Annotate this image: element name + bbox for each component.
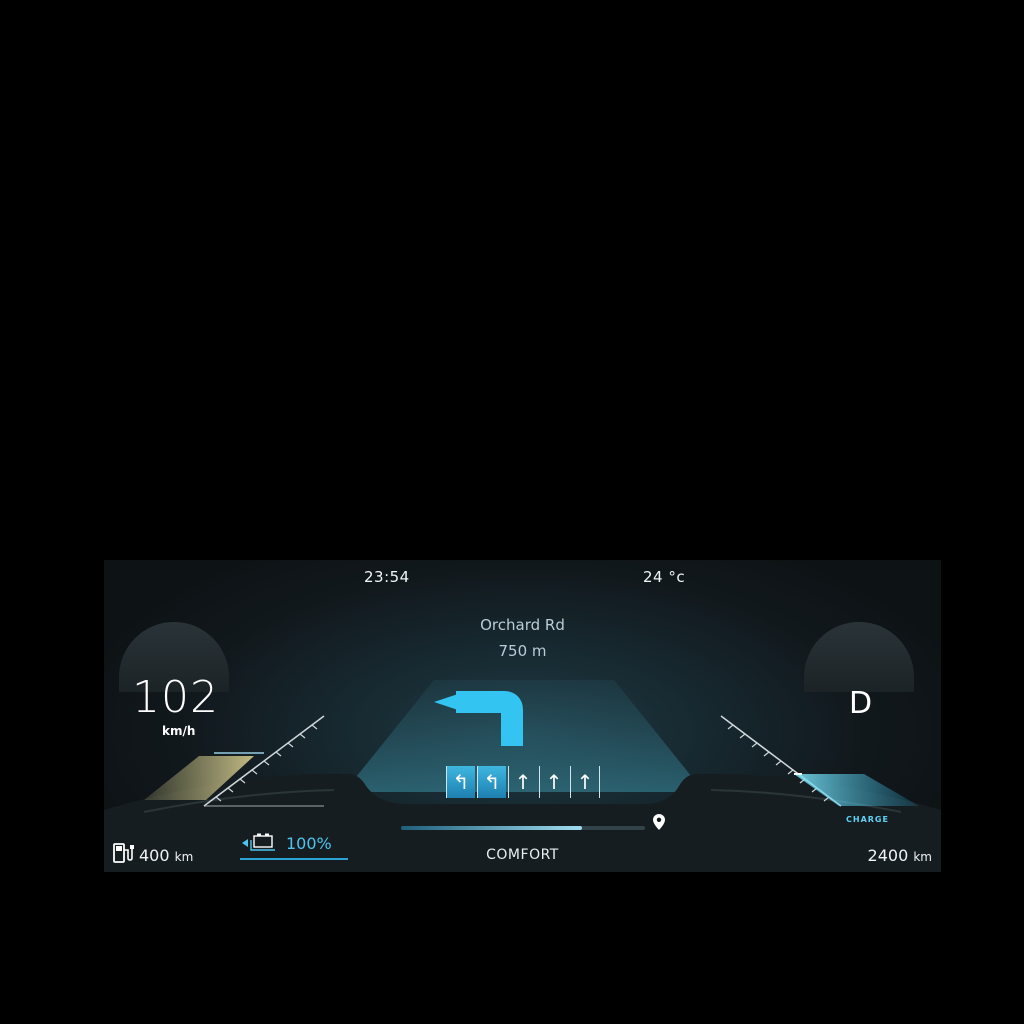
range-right-unit: km: [913, 850, 932, 864]
lane-straight-icon: ↑: [508, 766, 537, 798]
lane-straight-icon: ↑: [539, 766, 568, 798]
regen-charge-label: CHARGE: [846, 815, 889, 824]
lane-straight-icon: ↑: [570, 766, 600, 798]
next-turn-distance: 750 m: [498, 642, 547, 660]
instrument-cluster: 23:54 24 °c Orchard Rd 750 m 102 km/h D …: [104, 560, 941, 872]
drive-mode: COMFORT: [486, 847, 559, 863]
lane-left-turn-icon: ↰: [446, 766, 475, 798]
range-right-value: 2400: [867, 846, 909, 865]
speed-unit: km/h: [162, 724, 196, 738]
route-progress-fill: [401, 826, 582, 830]
lane-left-turn-icon: ↰: [477, 766, 506, 798]
route-progress-bar: [401, 826, 645, 830]
gear-indicator: D: [849, 686, 873, 721]
map-pin-icon: [653, 814, 665, 830]
outside-temperature: 24 °c: [643, 568, 686, 586]
next-street-name: Orchard Rd: [480, 616, 565, 634]
clock: 23:54: [364, 568, 410, 586]
speed-value: 102: [132, 672, 219, 723]
range-right: 2400 km: [868, 846, 932, 865]
